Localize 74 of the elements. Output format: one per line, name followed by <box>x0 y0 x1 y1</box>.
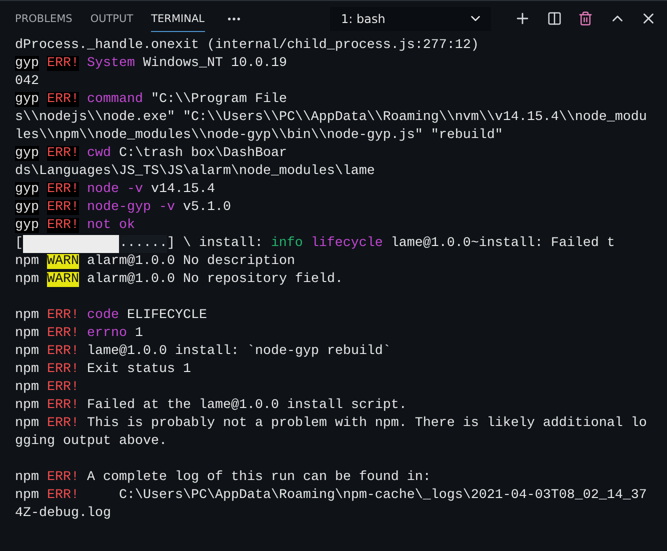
log-prefix: gyp <box>15 200 39 215</box>
error-label: ERR! <box>47 470 79 485</box>
log-prefix: gyp <box>15 146 39 161</box>
log-keyword: System <box>87 56 135 71</box>
log-keyword: command <box>87 92 143 107</box>
error-label: ERR! <box>47 380 79 395</box>
log-text: npm <box>15 326 39 341</box>
error-label: ERR! <box>47 326 79 341</box>
panel-tab[interactable]: TERMINAL <box>151 6 204 32</box>
error-label: ERR! <box>47 488 79 503</box>
log-text: ELIFECYCLE <box>127 308 207 323</box>
log-text: npm <box>15 380 39 395</box>
log-text: npm <box>15 416 39 431</box>
log-keyword: cwd <box>87 146 111 161</box>
log-text: npm <box>15 254 39 269</box>
log-text: npm <box>15 272 39 287</box>
error-label: ERR! <box>47 416 79 431</box>
log-text: C:\Users\PC\AppData\Roaming\npm-cache\_logs\2021-04-03T08_02_14_37 <box>118 488 647 503</box>
log-text: s\\nodejs\\node.exe" "C:\\Users\\PC\\AppData\\Roaming\\nvm\\v14.15.4\\node_modu <box>15 110 647 125</box>
log-keyword: code <box>87 308 119 323</box>
error-label: ERR! <box>47 146 79 161</box>
log-text: lame@1.0.0~install: Failed t <box>390 236 615 251</box>
log-keyword: lifecycle <box>310 236 383 251</box>
terminal-select[interactable]: 1: bash <box>330 6 491 30</box>
panel-tab[interactable]: OUTPUT <box>90 6 134 32</box>
log-text: npm <box>15 470 39 485</box>
log-prefix: gyp <box>15 218 39 233</box>
error-label: ERR! <box>47 56 79 71</box>
log-text: Windows_NT 10.0.19 <box>143 56 287 71</box>
error-label: ERR! <box>47 344 79 359</box>
log-text: This is probably not a problem with npm. There is likely additional lo <box>87 416 647 431</box>
log-keyword: not ok <box>87 218 135 233</box>
log-text: alarm@1.0.0 No repository field. <box>87 272 343 287</box>
log-text: ] \ install: <box>166 236 263 251</box>
error-label: ERR! <box>47 200 79 215</box>
log-prefix: gyp <box>15 56 39 71</box>
log-text: alarm@1.0.0 No description <box>87 254 295 269</box>
log-text: gging output above. <box>15 434 167 449</box>
log-text: les\\npm\\node_modules\\node-gyp\\bin\\node-gyp.js" "rebuild" <box>15 128 503 143</box>
error-label: ERR! <box>47 308 79 323</box>
error-label: ERR! <box>47 218 79 233</box>
log-text: Failed at the lame@1.0.0 install script. <box>87 398 407 413</box>
log-text: npm <box>15 488 39 503</box>
log-text: Exit status 1 <box>87 362 191 377</box>
log-text: npm <box>15 344 39 359</box>
error-label: ERR! <box>47 398 79 413</box>
panel-tab[interactable]: PROBLEMS <box>15 6 72 32</box>
warning-label: WARN <box>47 272 79 287</box>
log-text: v14.15.4 <box>151 182 215 197</box>
log-text: 4Z-debug.log <box>15 506 111 521</box>
error-label: ERR! <box>47 182 79 197</box>
log-text: "C:\\Program File <box>151 92 287 107</box>
log-text: 042 <box>15 74 39 89</box>
log-keyword: errno <box>87 326 127 341</box>
progress-dots: ...... <box>119 235 168 253</box>
error-label: ERR! <box>47 362 79 377</box>
log-prefix: gyp <box>15 92 39 107</box>
log-text: npm <box>15 362 39 377</box>
log-text: npm <box>15 398 39 413</box>
log-text: v5.1.0 <box>182 200 231 215</box>
log-prefix: gyp <box>15 182 39 197</box>
log-text: ds\Languages\JS_TS\JS\alarm\node_modules\lame <box>15 164 375 179</box>
log-text: C:\trash box\DashBoar <box>119 146 287 161</box>
log-keyword: node-gyp -v <box>87 200 175 215</box>
log-text: 1 <box>135 326 143 341</box>
log-text: lame@1.0.0 install: `node-gyp rebuild` <box>87 344 391 359</box>
log-text: [ <box>15 236 23 251</box>
warning-label: WARN <box>47 254 79 269</box>
log-text: npm <box>15 308 39 323</box>
log-text: dProcess._handle.onexit (internal/child_process.js:277:12) <box>15 38 479 53</box>
error-label: ERR! <box>47 92 79 107</box>
log-text: A complete log of this run can be found in: <box>87 470 431 485</box>
log-keyword: node -v <box>87 182 143 197</box>
info-label: info <box>270 236 303 251</box>
